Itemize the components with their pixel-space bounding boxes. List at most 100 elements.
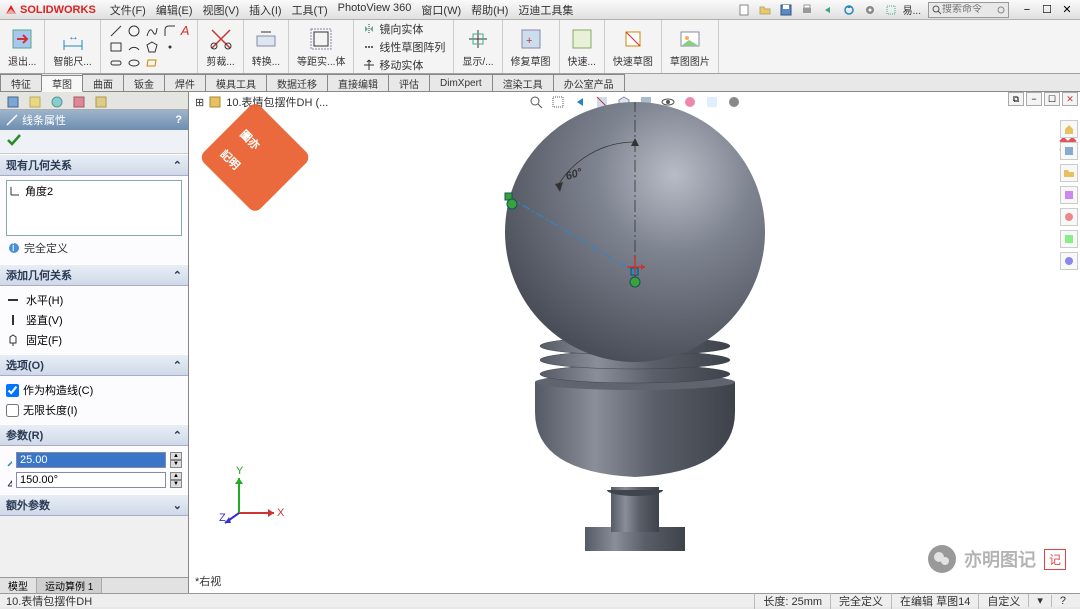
view-triad[interactable]: X Y Z xyxy=(219,463,289,533)
menu-insert[interactable]: 插入(I) xyxy=(249,2,281,18)
polygon-icon[interactable] xyxy=(145,40,159,54)
menu-window[interactable]: 窗口(W) xyxy=(421,2,461,18)
add-relations-head[interactable]: 添加几何关系⌃ xyxy=(0,264,188,286)
tab-directedit[interactable]: 直接编辑 xyxy=(327,74,389,91)
angle-down[interactable]: ▼ xyxy=(170,480,182,488)
model-view[interactable]: 60° xyxy=(335,102,935,572)
tab-dimxpert[interactable]: DimXpert xyxy=(429,74,493,91)
point-icon[interactable] xyxy=(163,40,177,54)
exit-sketch-button[interactable]: 退出... xyxy=(0,20,45,73)
length-up[interactable]: ▲ xyxy=(170,452,182,460)
menu-tools[interactable]: 工具(T) xyxy=(292,2,328,18)
minimize-icon[interactable]: − xyxy=(1018,2,1036,18)
menu-photoview[interactable]: PhotoView 360 xyxy=(338,2,412,18)
feature-tree-icon[interactable] xyxy=(4,94,22,110)
expand-icon[interactable]: ⊞ xyxy=(195,96,204,109)
length-input[interactable] xyxy=(16,452,166,468)
angle-input[interactable] xyxy=(16,472,166,488)
status-custom[interactable]: 自定义 xyxy=(978,593,1028,609)
angle-up[interactable]: ▲ xyxy=(170,472,182,480)
tab-office[interactable]: 办公室产品 xyxy=(553,74,625,91)
length-down[interactable]: ▼ xyxy=(170,460,182,468)
search-command-box[interactable] xyxy=(928,2,1009,18)
options-head[interactable]: 选项(O)⌃ xyxy=(0,354,188,376)
help-icon[interactable]: ? xyxy=(175,114,182,126)
menu-file[interactable]: 文件(F) xyxy=(110,2,146,18)
tab-sketch[interactable]: 草图 xyxy=(41,75,83,92)
quick-sketch-button[interactable]: 快速草图 xyxy=(605,20,662,73)
close-icon[interactable]: ✕ xyxy=(1058,2,1076,18)
plane-icon[interactable] xyxy=(145,56,159,70)
custom-props-icon[interactable] xyxy=(1060,230,1078,248)
arc-icon[interactable] xyxy=(127,40,141,54)
spline-icon[interactable] xyxy=(145,24,159,38)
existing-relations-head[interactable]: 现有几何关系⌃ xyxy=(0,154,188,176)
save-icon[interactable] xyxy=(777,2,795,18)
undo-icon[interactable] xyxy=(819,2,837,18)
tab-sheetmetal[interactable]: 钣金 xyxy=(123,74,165,91)
home-pane-icon[interactable] xyxy=(1060,120,1078,138)
tab-weldment[interactable]: 焊件 xyxy=(164,74,206,91)
print-icon[interactable] xyxy=(798,2,816,18)
fixed-relation[interactable]: 固定(F) xyxy=(6,330,182,350)
ellipse-icon[interactable] xyxy=(127,56,141,70)
offset-button[interactable]: 等距实...体 xyxy=(289,20,354,73)
ok-icon[interactable] xyxy=(6,138,22,150)
tab-model[interactable]: 模型 xyxy=(0,578,37,593)
collapse-icon[interactable]: ⌃ xyxy=(173,159,182,172)
selection-icon[interactable] xyxy=(882,2,900,18)
vertical-relation[interactable]: 竖直(V) xyxy=(6,310,182,330)
search-command-input[interactable] xyxy=(942,4,997,15)
tab-evaluate[interactable]: 评估 xyxy=(388,74,430,91)
tab-datamigration[interactable]: 数据迁移 xyxy=(266,74,328,91)
new-icon[interactable] xyxy=(735,2,753,18)
view-palette-icon[interactable] xyxy=(1060,186,1078,204)
menu-edit[interactable]: 编辑(E) xyxy=(156,2,193,18)
circle-icon[interactable] xyxy=(127,24,141,38)
trim-button[interactable]: 剪裁... xyxy=(198,20,243,73)
dimxpert-tab-icon[interactable] xyxy=(70,94,88,110)
tab-moldtools[interactable]: 模具工具 xyxy=(205,74,267,91)
line-icon[interactable] xyxy=(109,24,123,38)
quick-button[interactable]: 快速... xyxy=(560,20,605,73)
file-explorer-icon[interactable] xyxy=(1060,164,1078,182)
tab-render[interactable]: 渲染工具 xyxy=(492,74,554,91)
display-tab-icon[interactable] xyxy=(92,94,110,110)
menu-maidi[interactable]: 迈迪工具集 xyxy=(518,2,573,18)
mirror-button[interactable]: 镜向实体 xyxy=(362,21,423,37)
subwin-restore-icon[interactable]: ⧉ xyxy=(1008,92,1024,106)
menu-view[interactable]: 视图(V) xyxy=(203,2,240,18)
subwin-max-icon[interactable]: ☐ xyxy=(1044,92,1060,106)
params-head[interactable]: 参数(R)⌃ xyxy=(0,424,188,446)
subwin-close-icon[interactable]: ✕ xyxy=(1062,92,1078,106)
graphics-viewport[interactable]: ⊞ 10.表情包摆件DH (... ⧉ − ☐ ✕ 圖亦記明 ✖ xyxy=(189,92,1080,593)
linear-pattern-button[interactable]: 线性草图阵列 xyxy=(362,39,445,55)
slot-icon[interactable] xyxy=(109,56,123,70)
rebuild-icon[interactable] xyxy=(840,2,858,18)
status-help-icon[interactable]: ? xyxy=(1051,595,1074,607)
smart-dimension-button[interactable]: ↔ 智能尺... xyxy=(45,20,100,73)
tab-features[interactable]: 特征 xyxy=(0,74,42,91)
open-icon[interactable] xyxy=(756,2,774,18)
extra-params-head[interactable]: 额外参数⌄ xyxy=(0,494,188,516)
config-tab-icon[interactable] xyxy=(48,94,66,110)
tab-motion[interactable]: 运动算例 1 xyxy=(37,578,102,593)
maximize-icon[interactable]: ☐ xyxy=(1038,2,1056,18)
design-library-icon[interactable] xyxy=(1060,142,1078,160)
convert-button[interactable]: 转换... xyxy=(244,20,289,73)
subwin-min-icon[interactable]: − xyxy=(1026,92,1042,106)
forum-icon[interactable] xyxy=(1060,252,1078,270)
appearances-icon[interactable] xyxy=(1060,208,1078,226)
options-icon[interactable] xyxy=(861,2,879,18)
construction-checkbox[interactable] xyxy=(6,384,19,397)
property-tab-icon[interactable] xyxy=(26,94,44,110)
menu-help[interactable]: 帮助(H) xyxy=(471,2,508,18)
status-flag-icon[interactable]: ▾ xyxy=(1028,594,1051,607)
repair-sketch-button[interactable]: + 修复草图 xyxy=(503,20,560,73)
move-button[interactable]: 移动实体 xyxy=(362,57,423,73)
display-delete-button[interactable]: 显示/... xyxy=(454,20,502,73)
tab-surface[interactable]: 曲面 xyxy=(82,74,124,91)
rectangle-icon[interactable] xyxy=(109,40,123,54)
sketch-picture-button[interactable]: 草图图片 xyxy=(662,20,719,73)
relation-item[interactable]: 角度2 xyxy=(9,183,179,199)
